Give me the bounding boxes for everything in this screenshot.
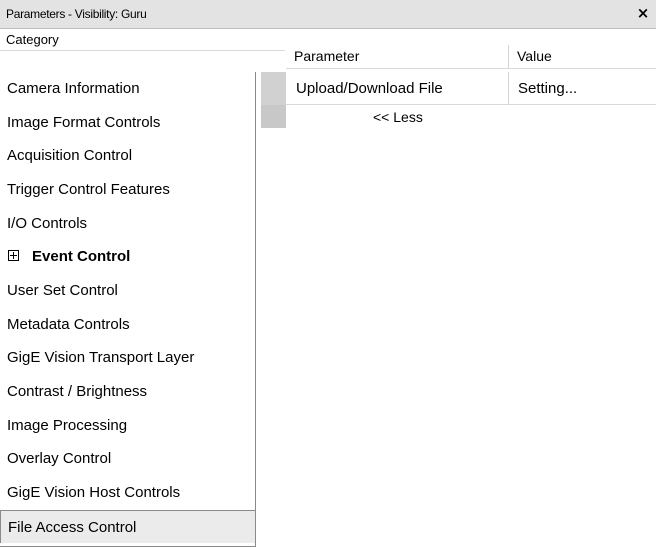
category-item-contrast-brightness[interactable]: Contrast / Brightness <box>0 375 255 408</box>
category-item-label: GigE Vision Host Controls <box>7 484 181 501</box>
category-item-gige-vision-transport-layer[interactable]: GigE Vision Transport Layer <box>0 341 255 374</box>
category-item-label: Metadata Controls <box>7 316 130 333</box>
category-item-overlay-control[interactable]: Overlay Control <box>0 442 255 475</box>
close-icon[interactable]: × <box>636 3 650 23</box>
category-item-image-format-controls[interactable]: Image Format Controls <box>0 106 255 139</box>
parameter-value-cell[interactable]: Setting... <box>518 72 577 105</box>
row-header-gutter <box>261 72 286 128</box>
category-item-image-processing[interactable]: Image Processing <box>0 409 255 442</box>
category-item-label: Acquisition Control <box>7 147 133 164</box>
category-item-label: User Set Control <box>7 282 118 299</box>
category-item-event-control[interactable]: Event Control <box>0 240 255 273</box>
category-item-camera-information[interactable]: Camera Information <box>0 72 255 105</box>
window-titlebar: Parameters - Visibility: Guru × <box>0 0 656 29</box>
category-item-label: Image Format Controls <box>7 114 161 131</box>
category-item-user-set-control[interactable]: User Set Control <box>0 274 255 307</box>
category-item-label: GigE Vision Transport Layer <box>7 349 195 366</box>
category-list: Camera Information Image Format Controls… <box>0 72 256 547</box>
window-title: Parameters - Visibility: Guru <box>6 7 147 21</box>
category-item-label: Contrast / Brightness <box>7 383 148 400</box>
row-header[interactable] <box>261 72 286 105</box>
category-item-label: Image Processing <box>7 417 128 434</box>
category-item-metadata-controls[interactable]: Metadata Controls <box>0 308 255 341</box>
less-button[interactable]: << Less <box>373 105 423 129</box>
category-item-label: Camera Information <box>7 80 140 97</box>
category-item-trigger-control-features[interactable]: Trigger Control Features <box>0 173 255 206</box>
category-header-label: Category <box>6 32 59 47</box>
expand-plus-icon[interactable] <box>8 250 19 262</box>
category-item-label: Event Control <box>32 248 131 265</box>
category-item-label: Trigger Control Features <box>7 181 170 198</box>
category-item-gige-vision-host-controls[interactable]: GigE Vision Host Controls <box>0 476 255 509</box>
category-item-label: Overlay Control <box>7 450 112 467</box>
cell-divider <box>508 72 509 105</box>
parameter-name-cell[interactable]: Upload/Download File <box>296 72 443 105</box>
category-item-acquisition-control[interactable]: Acquisition Control <box>0 139 255 172</box>
row-header-filler <box>261 105 286 128</box>
category-item-io-controls[interactable]: I/O Controls <box>0 207 255 240</box>
column-header-value[interactable]: Value <box>509 45 656 68</box>
category-item-label: File Access Control <box>8 519 137 536</box>
category-item-file-access-control[interactable]: File Access Control <box>0 510 255 543</box>
category-item-label: I/O Controls <box>7 215 88 232</box>
column-header-parameter[interactable]: Parameter <box>286 45 508 68</box>
category-header: Category <box>0 29 285 51</box>
